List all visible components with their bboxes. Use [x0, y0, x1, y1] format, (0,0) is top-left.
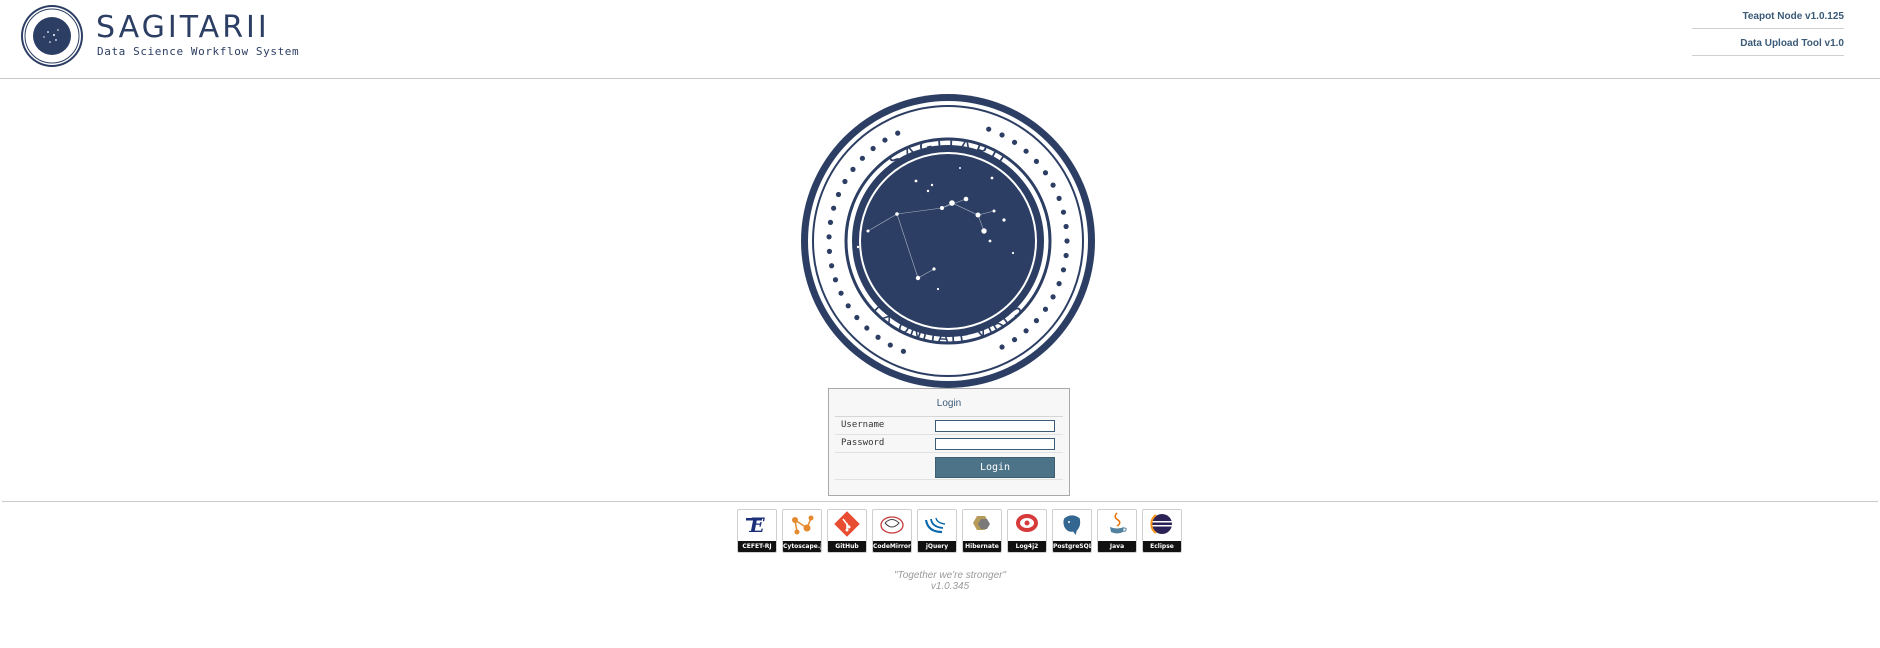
- seal-dot: [1056, 195, 1062, 201]
- seal-dot: [900, 348, 907, 354]
- seal-dot: [1060, 209, 1067, 215]
- seal-dot: [838, 290, 844, 296]
- tech-codemirror[interactable]: CodeMirror: [872, 509, 912, 553]
- tech-eclipse[interactable]: Eclipse: [1142, 509, 1182, 553]
- tech-java[interactable]: Java: [1097, 509, 1137, 553]
- tech-jquery[interactable]: jQuery: [917, 509, 957, 553]
- tech-log4j[interactable]: Log4j2: [1007, 509, 1047, 553]
- seal-dot: [829, 263, 835, 269]
- username-label: Username: [841, 420, 885, 430]
- seal-dot: [1063, 223, 1069, 230]
- seal-dot: [850, 166, 856, 172]
- password-label: Password: [841, 438, 885, 448]
- seal-dot: [845, 303, 851, 309]
- git-logo-icon: [834, 511, 860, 537]
- tech-label: jQuery: [918, 541, 956, 552]
- teapot-node-link[interactable]: Teapot Node v1.0.125: [1692, 6, 1844, 29]
- seal-dot: [1050, 294, 1056, 300]
- header: SAGITARII Data Science Workflow System T…: [0, 0, 1880, 79]
- seal-dot: [887, 342, 893, 348]
- tech-label: Java: [1098, 541, 1136, 552]
- footer-version: v1.0.345: [930, 581, 970, 592]
- top-links: Teapot Node v1.0.125 Data Upload Tool v1…: [1692, 6, 1844, 60]
- seal-dot: [1056, 281, 1062, 287]
- seal-dot: [859, 155, 865, 161]
- seal-dot: [1033, 318, 1040, 324]
- tech-label: Log4j2: [1008, 541, 1046, 552]
- brand-title: SAGITARII: [96, 10, 270, 45]
- login-button[interactable]: Login: [935, 457, 1055, 478]
- tech-cefet[interactable]: E CEFET-RJ: [737, 509, 777, 553]
- tech-github[interactable]: GitHub: [827, 509, 867, 553]
- seal-dot: [826, 234, 832, 240]
- seal-dot: [1033, 158, 1040, 164]
- tech-label: CEFET-RJ: [738, 541, 776, 552]
- jquery-logo-icon: [924, 517, 946, 534]
- username-input[interactable]: [935, 420, 1055, 432]
- seal-dot: [1023, 148, 1029, 154]
- cefet-logo-icon: E: [746, 513, 765, 537]
- password-row: Password: [835, 435, 1063, 453]
- seal-dot: [1042, 306, 1049, 312]
- tech-label: Hibernate: [963, 541, 1001, 552]
- seal-dot: [875, 334, 881, 340]
- seal-dot: [864, 325, 870, 331]
- seal-dot: [882, 137, 888, 143]
- seal-dot: [1011, 139, 1018, 145]
- seal-dot: [1011, 337, 1018, 343]
- tech-cytoscape[interactable]: Cytoscape.js: [782, 509, 822, 553]
- footer: "Together we're stronger" v1.0.345: [800, 570, 1100, 592]
- seal-dot: [835, 191, 842, 198]
- seal-dot: [1023, 328, 1029, 334]
- seal-dot: [1050, 182, 1056, 188]
- tech-postgresql[interactable]: PostgreSQL: [1052, 509, 1092, 553]
- tech-label: CodeMirror: [873, 541, 911, 552]
- sagitarii-seal-logo: SAGITARII EX UNITATE VIRES: [801, 94, 1095, 388]
- cytoscape-logo-icon: [792, 515, 814, 535]
- hibernate-logo-icon: [973, 516, 990, 530]
- footer-motto: "Together we're stronger": [893, 570, 1007, 581]
- codemirror-logo-icon: [880, 516, 904, 534]
- data-upload-tool-link[interactable]: Data Upload Tool v1.0: [1692, 33, 1844, 56]
- password-input[interactable]: [935, 438, 1055, 450]
- tech-label: GitHub: [828, 541, 866, 552]
- tech-label: Eclipse: [1143, 541, 1181, 552]
- seal-dot: [831, 205, 837, 211]
- seal-dot: [999, 132, 1005, 138]
- java-logo-icon: [1110, 512, 1127, 534]
- seal-dot: [870, 145, 876, 152]
- seal-dot: [1060, 267, 1067, 273]
- postgresql-logo-icon: [1062, 514, 1081, 537]
- seal-dot: [842, 178, 848, 185]
- svg-text:E: E: [748, 513, 765, 537]
- footer-divider: [2, 501, 1878, 502]
- seal-dot: [1064, 238, 1070, 244]
- tech-label: Cytoscape.js: [783, 541, 821, 552]
- seal-dot: [832, 277, 839, 283]
- tech-label: PostgreSQL: [1053, 541, 1091, 552]
- seal-dot: [826, 248, 833, 254]
- brand-subtitle: Data Science Workflow System: [97, 45, 300, 58]
- seal-dot: [1063, 252, 1069, 259]
- username-row: Username: [835, 417, 1063, 435]
- login-form: Login Username Password Login: [828, 388, 1070, 496]
- login-title: Login: [835, 389, 1063, 417]
- login-button-row: Login: [835, 453, 1063, 480]
- seal-dot: [895, 130, 901, 136]
- eclipse-logo-icon: [1150, 514, 1172, 534]
- seal-dot: [986, 126, 992, 132]
- sagitarii-small-logo-icon[interactable]: [20, 4, 84, 68]
- seal-dot: [827, 219, 834, 225]
- seal-dot: [854, 314, 860, 321]
- log4j-logo-icon: [1016, 514, 1038, 532]
- seal-dot: [1042, 170, 1049, 176]
- tech-hibernate[interactable]: Hibernate: [962, 509, 1002, 553]
- seal-dot: [999, 344, 1005, 350]
- technology-logos: E CEFET-RJ Cytoscape.js GitHub CodeMirro…: [737, 509, 1182, 553]
